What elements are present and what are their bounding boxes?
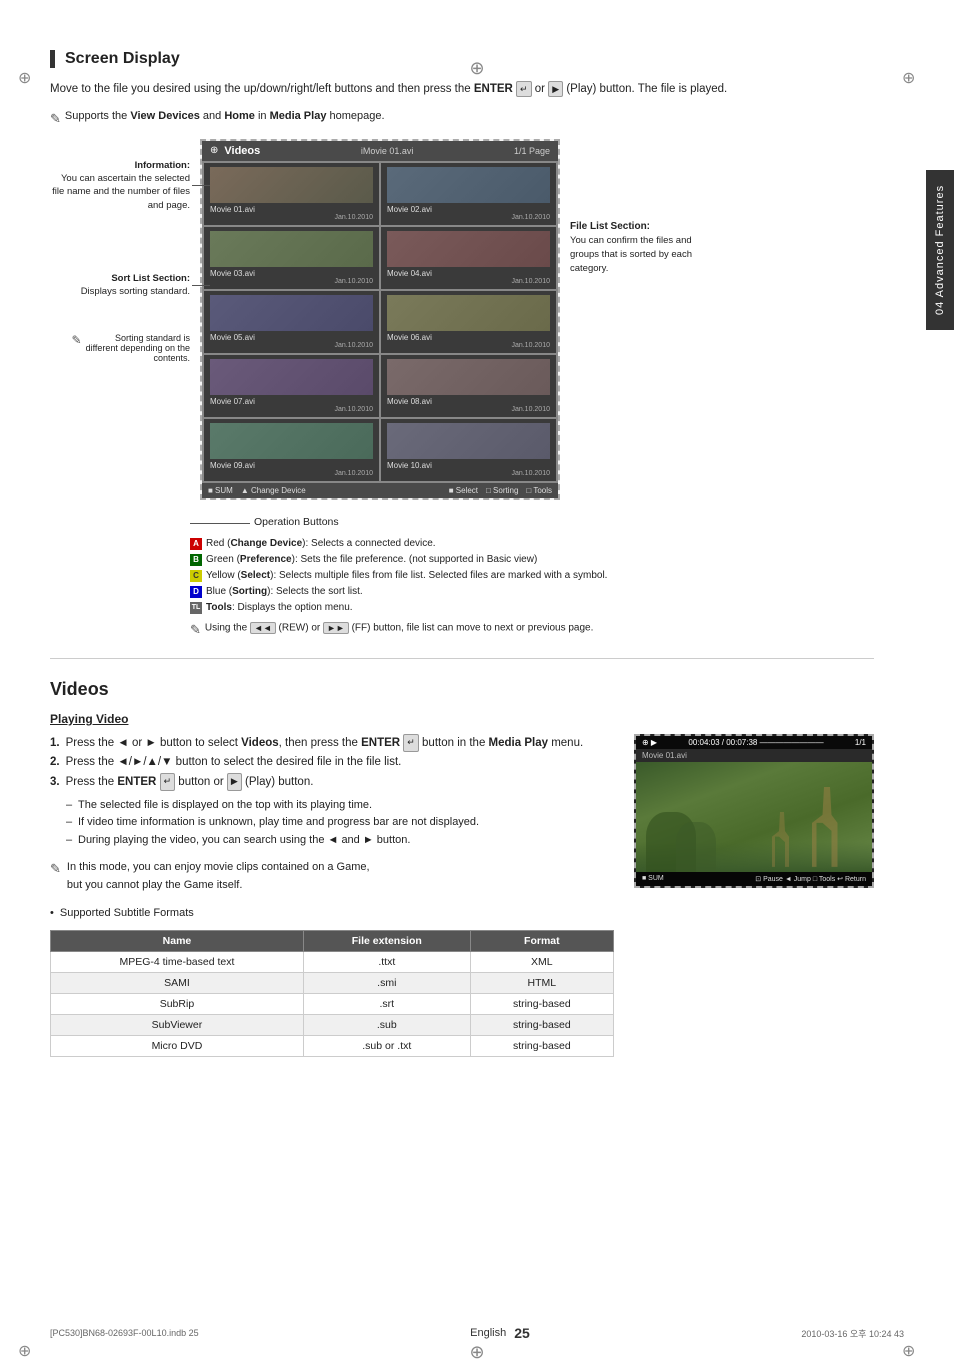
sub-step-3: During playing the video, you can search…	[66, 832, 614, 850]
info-label: Information: You can ascertain the selec…	[50, 159, 190, 212]
corner-mark-tr: ⊕	[902, 68, 914, 80]
player-cell: Movie 04.avi Jan.10.2010	[381, 227, 556, 289]
subtitle-table: Name File extension Format MPEG-4 time-b…	[50, 930, 614, 1057]
operation-title: Operation Buttons	[254, 516, 339, 528]
table-row: SubViewer .sub string-based	[51, 1015, 614, 1036]
diagram-area: Information: You can ascertain the selec…	[50, 139, 874, 500]
page-footer: [PC530]BN68-02693F-00L10.indb 25 English…	[0, 1325, 954, 1341]
section-divider	[50, 658, 874, 659]
videos-left: 1. Press the ◄ or ► button to select Vid…	[50, 734, 614, 1057]
step-3: 3. Press the ENTER ↵ button or ▶ (Play) …	[50, 773, 614, 793]
op-note: ✎ Using the ◄◄ (REW) or ►► (FF) button, …	[190, 622, 874, 638]
player-cell: Movie 10.avi Jan.10.2010	[381, 419, 556, 481]
player-cell: Movie 08.avi Jan.10.2010	[381, 355, 556, 417]
crosshair-top: ⊕	[469, 58, 484, 79]
screen-display-section: Screen Display Move to the file you desi…	[50, 50, 874, 638]
footer-file: [PC530]BN68-02693F-00L10.indb 25	[50, 1328, 199, 1338]
sub-steps-list: The selected file is displayed on the to…	[66, 797, 614, 850]
sub-step-2: If video time information is unknown, pl…	[66, 814, 614, 832]
sort-label: Sort List Section: Displays sorting stan…	[81, 272, 190, 299]
corner-mark-bl: ⊕	[18, 1341, 30, 1353]
step-1: 1. Press the ◄ or ► button to select Vid…	[50, 734, 614, 754]
table-row: SAMI .smi HTML	[51, 973, 614, 994]
player-cell: Movie 09.avi Jan.10.2010	[204, 419, 379, 481]
english-label: English	[470, 1327, 506, 1339]
op-blue: D Blue (Sorting): Selects the sort list.	[190, 584, 874, 600]
player-cell: Movie 03.avi Jan.10.2010	[204, 227, 379, 289]
subtitle-formats-label: Supported Subtitle Formats	[50, 905, 614, 923]
player-cell: Movie 07.avi Jan.10.2010	[204, 355, 379, 417]
videos-right: ⊕ ▶ 00:04:03 / 00:07:38 ———————— 1/1 Mov…	[634, 734, 874, 1057]
player-grid: Movie 01.avi Jan.10.2010 Movie 02.avi Ja…	[202, 161, 558, 483]
player-cell: Movie 05.avi Jan.10.2010	[204, 291, 379, 353]
col-name: Name	[51, 931, 304, 952]
videos-two-col: 1. Press the ◄ or ► button to select Vid…	[50, 734, 874, 1057]
video-preview-header: ⊕ ▶ 00:04:03 / 00:07:38 ———————— 1/1	[636, 736, 872, 749]
sub-step-1: The selected file is displayed on the to…	[66, 797, 614, 815]
video-preview-image	[636, 762, 872, 872]
table-row: Micro DVD .sub or .txt string-based	[51, 1036, 614, 1057]
corner-mark-br: ⊕	[902, 1341, 914, 1353]
op-red: A Red (Change Device): Selects a connect…	[190, 536, 874, 552]
diagram-labels-left: Information: You can ascertain the selec…	[50, 139, 190, 500]
op-tools: TL Tools: Displays the option menu.	[190, 600, 874, 616]
step-2: 2. Press the ◄/►/▲/▼ button to select th…	[50, 753, 614, 773]
op-yellow: C Yellow (Select): Selects multiple file…	[190, 568, 874, 584]
table-row: MPEG-4 time-based text .ttxt XML	[51, 952, 614, 973]
footer-date: 2010-03-16 오후 10:24 43	[801, 1327, 904, 1340]
note-view-devices: ✎ Supports the View Devices and Home in …	[50, 108, 874, 129]
note-icon: ✎	[50, 109, 61, 129]
playing-video-title: Playing Video	[50, 712, 874, 726]
corner-mark-tl: ⊕	[18, 68, 30, 80]
game-note: ✎ In this mode, you can enjoy movie clip…	[50, 859, 614, 894]
side-tab: 04 Advanced Features	[926, 170, 954, 330]
crosshair-bottom: ⊕	[469, 1342, 484, 1363]
col-ext: File extension	[303, 931, 470, 952]
intro-text: Move to the file you desired using the u…	[50, 80, 874, 98]
player-mockup: ⊕ Videos iMovie 01.avi 1/1 Page Movie 01…	[200, 139, 560, 500]
page-number: 25	[514, 1325, 530, 1341]
player-cell: Movie 02.avi Jan.10.2010	[381, 163, 556, 225]
videos-title: Videos	[50, 679, 874, 700]
screen-display-title: Screen Display	[50, 50, 874, 68]
player-cell: Movie 01.avi Jan.10.2010	[204, 163, 379, 225]
table-row: SubRip .srt string-based	[51, 994, 614, 1015]
video-preview-footer: ■ SUM ⊡ Pause ◄ Jump □ Tools ↩ Return	[636, 872, 872, 886]
player-footer: ■ SUM ▲ Change Device ■ Select □ Sorting…	[202, 483, 558, 498]
player-header: ⊕ Videos iMovie 01.avi 1/1 Page	[202, 141, 558, 161]
video-filename: Movie 01.avi	[636, 749, 872, 762]
col-format: Format	[470, 931, 613, 952]
steps-list: 1. Press the ◄ or ► button to select Vid…	[50, 734, 614, 793]
videos-section: Videos Playing Video 1. Press the ◄ or ►…	[50, 679, 874, 1057]
player-cell: Movie 06.avi Jan.10.2010	[381, 291, 556, 353]
op-green: B Green (Preference): Sets the file pref…	[190, 552, 874, 568]
operation-section: Operation Buttons A Red (Change Device):…	[190, 516, 874, 638]
diagram-labels-right: File List Section: You can confirm the f…	[570, 139, 710, 500]
video-preview: ⊕ ▶ 00:04:03 / 00:07:38 ———————— 1/1 Mov…	[634, 734, 874, 888]
